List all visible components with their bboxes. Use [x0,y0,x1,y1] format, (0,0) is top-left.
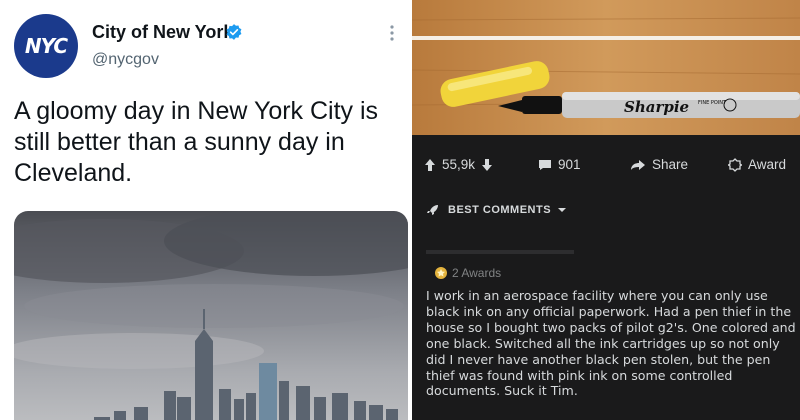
tweet-photo[interactable] [14,211,408,420]
rocket-icon [427,205,438,215]
post-action-bar: 55,9k 901 Share Award [412,148,800,184]
skyline-photo [14,211,408,420]
chevron-down-icon [558,208,567,212]
more-options-icon[interactable] [389,24,395,42]
marker-brand-label: Sharpie [624,98,689,116]
vote-count: 55,9k [442,157,476,172]
comment-count: 901 [558,157,581,172]
comment-body: I work in an aerospace facility where yo… [426,288,796,399]
comments-button[interactable]: 901 [538,157,581,172]
reddit-post: Sharpie FINE POINT 55,9k 901 Share Award [412,0,800,420]
user-handle[interactable]: @nycgov [92,51,159,69]
share-button[interactable]: Share [630,157,688,172]
marker-sub-label: FINE POINT [698,100,727,106]
comment-awards[interactable]: 2 Awards [434,266,501,280]
post-image[interactable]: Sharpie FINE POINT [412,0,800,135]
award-label: Award [748,157,787,172]
award-icon [728,157,742,172]
award-button[interactable]: Award [728,157,786,172]
share-label: Share [652,157,689,172]
awards-count: 2 Awards [452,266,502,280]
upvote-icon[interactable] [424,158,436,172]
downvote-icon[interactable] [481,158,493,172]
display-name[interactable]: City of New York [92,22,233,43]
comment-sort-dropdown[interactable]: BEST COMMENTS [426,203,575,217]
share-icon [631,159,645,170]
comment-icon [539,159,551,170]
tweet-text: A gloomy day in New York City is still b… [14,97,379,187]
avatar-logo-text: NYC [24,34,68,58]
award-badge-icon [435,267,447,279]
verified-badge-icon [226,24,242,40]
avatar[interactable]: NYC [14,14,78,78]
collapsed-author-line [426,250,574,254]
tweet-card: NYC City of New York @nycgov A gloomy da… [0,0,408,420]
sort-label: BEST COMMENTS [448,204,552,216]
vote-control: 55,9k [424,157,499,172]
